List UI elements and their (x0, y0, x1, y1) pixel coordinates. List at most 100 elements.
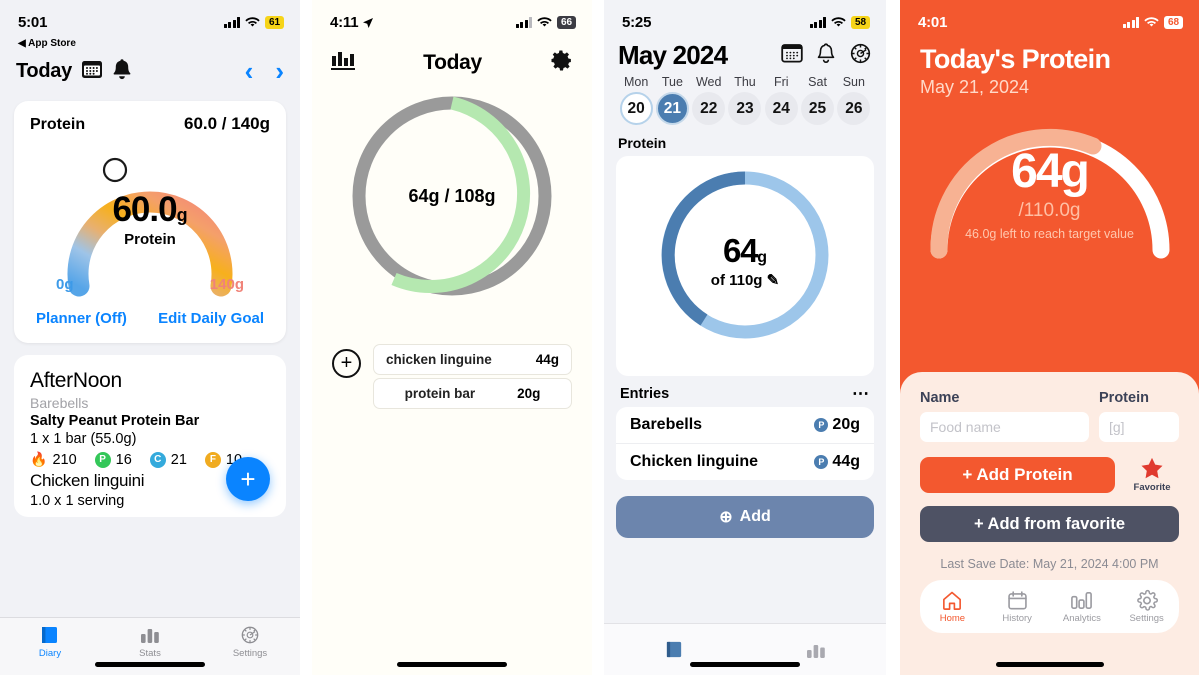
bell-icon[interactable] (112, 58, 132, 85)
meal-serving: 1 x 1 bar (55.0g) (30, 431, 270, 447)
add-protein-button[interactable]: + Add Protein (920, 457, 1115, 493)
nav-item-settings[interactable]: Settings (1114, 589, 1179, 624)
panel1-header: Today ‹ › (0, 49, 300, 93)
list-item[interactable]: chicken linguine 44g (373, 344, 572, 375)
weekday-label: Sat (799, 75, 835, 89)
ring-unit: g (757, 249, 767, 266)
bell-icon[interactable] (816, 42, 836, 69)
calendar-icon[interactable] (81, 59, 103, 84)
meal-title: AfterNoon (30, 369, 270, 393)
meal-food-name[interactable]: Salty Peanut Protein Bar (30, 413, 270, 429)
planner-link[interactable]: Planner (Off) (36, 310, 127, 327)
weekday-label: Mon (618, 75, 654, 89)
weekday-label: Sun (836, 75, 872, 89)
flame-icon: 🔥 (30, 451, 47, 468)
weekday-label: Thu (727, 75, 763, 89)
favorite-button[interactable]: Favorite (1125, 456, 1179, 493)
star-icon (1139, 456, 1165, 481)
plus-circle-icon: ⊕ (719, 507, 732, 527)
calendar-icon (1006, 589, 1029, 612)
protein-label: Protein (30, 116, 85, 134)
ring-center-label: 64g / 108g (312, 186, 592, 207)
gauge-max-label: 140g (210, 276, 244, 293)
phone-panel-1: 5:01 61 ◀ App Store Today (0, 0, 300, 675)
wifi-icon (537, 17, 552, 28)
page-date: May 21, 2024 (920, 77, 1179, 98)
prev-day-button[interactable]: ‹ (245, 58, 254, 84)
date-cell[interactable]: 23 (727, 92, 763, 125)
date-number: 20 (620, 92, 653, 125)
weekday-label: Wed (691, 75, 727, 89)
panel3-header: May 2024 Mon Tue Wed Thu (604, 40, 886, 125)
add-from-favorite-button[interactable]: + Add from favorite (920, 506, 1179, 542)
ellipsis-icon[interactable]: ⋯ (852, 390, 870, 399)
plus-circle-icon[interactable]: + (332, 349, 361, 378)
nav-item-history[interactable]: History (985, 589, 1050, 624)
status-bar-2: 4:11 66 (312, 0, 592, 40)
item-name: chicken linguine (386, 352, 492, 367)
pencil-icon[interactable]: ✎ (767, 272, 780, 289)
entry-row[interactable]: Barebells P 20g (616, 407, 874, 443)
nav-label: Analytics (1063, 613, 1101, 624)
home-indicator (95, 662, 205, 667)
tab-diary[interactable] (604, 640, 745, 659)
date-cell[interactable]: 24 (763, 92, 799, 125)
date-cell[interactable]: 25 (799, 92, 835, 125)
home-indicator (996, 662, 1104, 667)
status-time: 4:11 (330, 14, 358, 31)
arc-value: 64g (900, 148, 1199, 196)
tab-stats[interactable] (745, 640, 886, 660)
item-name: protein bar (405, 386, 476, 401)
date-number: 22 (692, 92, 725, 125)
gear-icon[interactable] (549, 48, 574, 78)
ring-value: 64 (723, 232, 757, 269)
entry-value: 44g (832, 453, 860, 471)
date-cell-selected[interactable]: 21 (654, 92, 690, 125)
page-title: Today (423, 51, 482, 75)
date-cell[interactable]: 26 (836, 92, 872, 125)
entry-row[interactable]: Chicken linguine P 44g (616, 443, 874, 480)
add-button[interactable]: ⊕ Add (616, 496, 874, 538)
nav-item-analytics[interactable]: Analytics (1050, 589, 1115, 624)
protein-badge-icon: P (814, 455, 828, 469)
status-time: 5:01 (18, 14, 47, 31)
gauge-value: 60.0 (112, 190, 176, 229)
entries-list: Barebells P 20g Chicken linguine P 44g (616, 407, 874, 480)
protein-value: 16 (116, 452, 132, 468)
bar-chart-icon (1069, 589, 1094, 612)
date-cell[interactable]: 22 (691, 92, 727, 125)
nav-label: Home (940, 613, 965, 624)
gear-icon[interactable] (849, 42, 872, 70)
meal-brand: Barebells (30, 395, 270, 411)
calories-value: 210 (52, 452, 76, 468)
location-arrow-icon (362, 17, 374, 29)
panel4-header: Today's Protein May 21, 2024 (900, 40, 1199, 98)
entries-header: Entries ⋯ (604, 376, 886, 407)
tab-diary[interactable]: Diary (0, 625, 100, 659)
wifi-icon (1144, 17, 1159, 28)
calendar-icon[interactable] (781, 43, 803, 68)
date-cell[interactable]: 20 (618, 92, 654, 125)
weekday-label: Fri (763, 75, 799, 89)
bottom-nav: Home History Analytics Settings (920, 580, 1179, 633)
list-item[interactable]: protein bar 20g (373, 378, 572, 409)
edit-daily-goal-link[interactable]: Edit Daily Goal (158, 310, 264, 327)
phone-panel-3: 5:25 58 May 2024 (604, 0, 886, 675)
back-to-app-store[interactable]: ◀ App Store (0, 38, 300, 49)
gauge-unit: g (177, 205, 188, 225)
food-name-input[interactable] (920, 412, 1089, 442)
add-entry-fab[interactable]: + (226, 457, 270, 501)
bar-chart-icon[interactable] (330, 50, 356, 77)
protein-field-label: Protein (1099, 390, 1179, 406)
screenshot-root: 5:01 61 ◀ App Store Today (0, 0, 1200, 675)
nav-item-home[interactable]: Home (920, 589, 985, 624)
item-value: 20g (517, 386, 540, 401)
tab-label: Stats (139, 648, 161, 659)
tab-settings[interactable]: Settings (200, 625, 300, 659)
protein-arc-chart: 64g /110.0g 46.0g left to reach target v… (900, 110, 1199, 285)
tab-stats[interactable]: Stats (100, 625, 200, 659)
next-day-button[interactable]: › (275, 58, 284, 84)
date-number: 23 (728, 92, 761, 125)
protein-amount-input[interactable] (1099, 412, 1179, 442)
form-row: Name Protein (920, 390, 1179, 442)
